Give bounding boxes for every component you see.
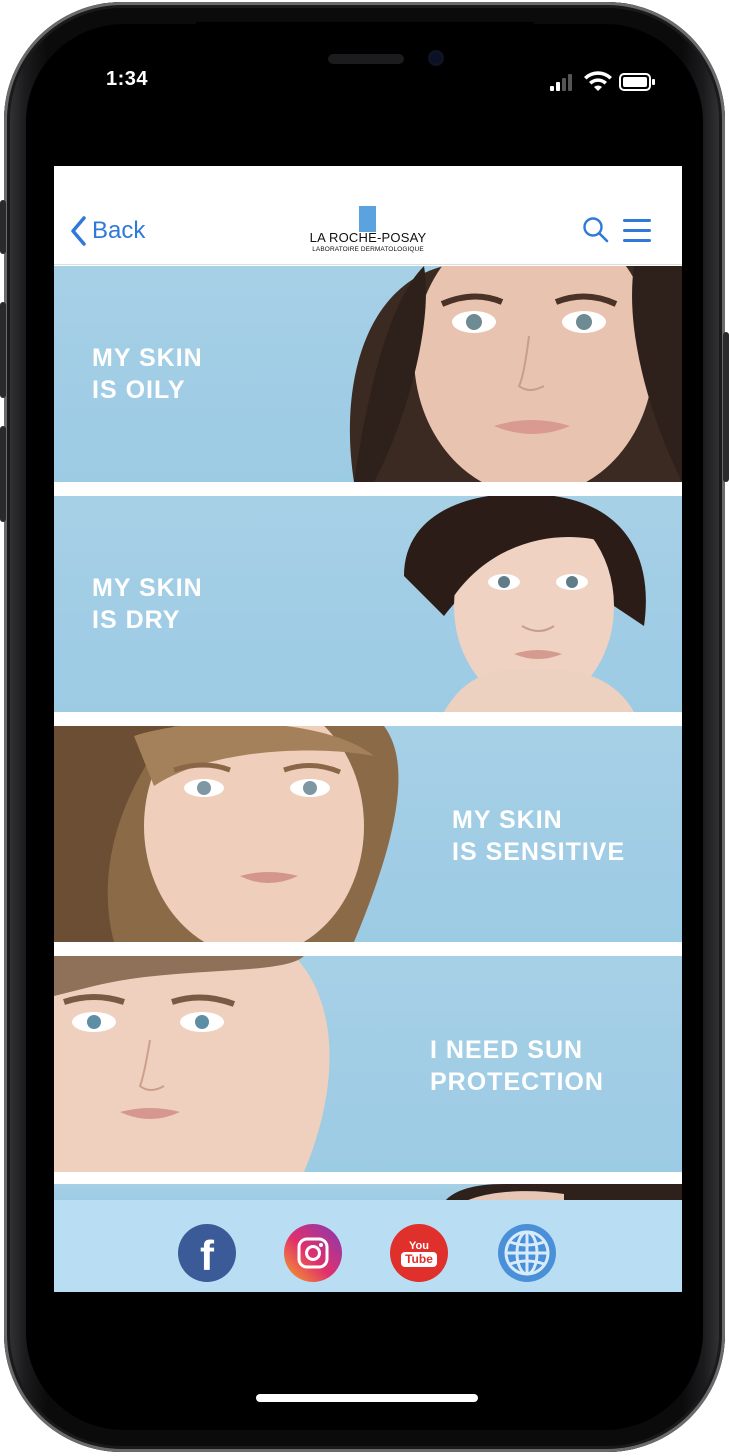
camera-outline-icon (297, 1237, 329, 1269)
model-face-image (54, 726, 399, 942)
status-icons (550, 71, 655, 91)
logo-subtitle: LABORATOIRE DERMATOLOGIQUE (312, 246, 424, 253)
youtube-icon[interactable]: You Tube (390, 1224, 448, 1282)
speaker-grille (328, 54, 404, 64)
facebook-icon[interactable]: f (178, 1224, 236, 1282)
youtube-bottom-text: Tube (401, 1251, 437, 1267)
app-screen: Back LA ROCHE-POSAY LABORATOIRE DERMATOL… (54, 166, 682, 1292)
search-icon[interactable] (582, 216, 610, 244)
navigation-bar: Back LA ROCHE-POSAY LABORATOIRE DERMATOL… (54, 166, 682, 265)
status-time: 1:34 (106, 68, 149, 90)
model-face-image (54, 956, 330, 1172)
chevron-left-icon (71, 216, 86, 246)
facebook-letter: f (200, 1232, 214, 1279)
banner-label: I NEED SUN PROTECTION (430, 1036, 604, 1096)
logo-mark (359, 206, 376, 232)
back-label: Back (92, 217, 146, 244)
silent-switch (0, 200, 6, 254)
model-face-image (349, 266, 682, 482)
banner-sensitive-skin[interactable]: MY SKIN IS SENSITIVE (54, 726, 682, 942)
brand-logo: LA ROCHE-POSAY LABORATOIRE DERMATOLOGIQU… (306, 206, 430, 258)
banner-label: MY SKIN IS SENSITIVE (452, 806, 626, 866)
hamburger-menu-icon[interactable] (622, 216, 652, 244)
banner-label: MY SKIN IS DRY (92, 574, 203, 634)
globe-icon[interactable] (498, 1224, 556, 1282)
instagram-icon[interactable] (284, 1224, 342, 1282)
volume-up-button (0, 302, 6, 398)
globe-lines-icon (504, 1230, 550, 1276)
social-bar: f You Tube (54, 1200, 682, 1292)
banner-dry-skin[interactable]: MY SKIN IS DRY (54, 496, 682, 712)
banner-oily-skin[interactable]: MY SKIN IS OILY (54, 266, 682, 482)
home-indicator[interactable] (256, 1394, 478, 1402)
logo-name: LA ROCHE-POSAY (309, 230, 427, 245)
banner-sun-protection[interactable]: I NEED SUN PROTECTION (54, 956, 682, 1172)
power-button (723, 332, 729, 482)
wifi-icon (584, 71, 612, 91)
signal-icon (550, 74, 572, 91)
front-camera (428, 50, 444, 66)
model-face-image (404, 496, 646, 712)
banner-label: MY SKIN IS OILY (92, 344, 203, 404)
back-button[interactable]: Back (70, 214, 145, 248)
battery-icon (619, 73, 655, 91)
volume-down-button (0, 426, 6, 522)
youtube-top-text: You (409, 1239, 429, 1252)
